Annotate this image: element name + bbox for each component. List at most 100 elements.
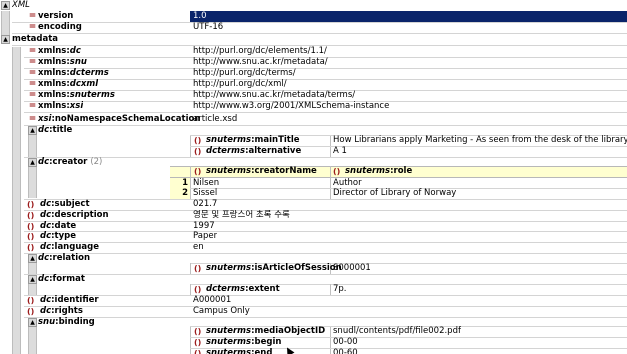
ns-prefix: dc xyxy=(40,220,52,231)
attr-value-xmlns[interactable]: http://www.w3.org/2001/XMLSchema-instanc… xyxy=(193,101,389,112)
value-identifier[interactable]: A000001 xyxy=(193,295,231,306)
attr-value-xmlns[interactable]: http://purl.org/dc/terms/ xyxy=(193,68,296,79)
row-divider xyxy=(24,209,627,211)
element-relation[interactable]: dc:relation xyxy=(38,253,90,264)
ns-prefix: dcxml xyxy=(69,79,99,89)
attr-value-encoding[interactable]: UTF-16 xyxy=(193,22,223,33)
value-maintitle[interactable]: How Librarians apply Marketing - As seen… xyxy=(333,135,627,146)
attr-value-xmlns[interactable]: http://www.snu.ac.kr/metadata/terms/ xyxy=(193,90,355,101)
element-maintitle[interactable]: snuterms:mainTitle xyxy=(206,135,300,146)
ns-prefix: snuterms xyxy=(206,263,252,273)
xmlns-keyword: xmlns xyxy=(38,46,67,56)
ns-prefix: snuterms xyxy=(345,166,391,176)
attr-name-xmlns[interactable]: xmlns:dcterms xyxy=(38,68,109,79)
element-language[interactable]: dc:language xyxy=(40,242,99,253)
element-type[interactable]: dc:type xyxy=(40,231,76,242)
row-divider xyxy=(24,274,627,275)
metadata-label[interactable]: metadata xyxy=(12,34,58,45)
attr-name-xmlns[interactable]: xmlns:dcxml xyxy=(38,79,98,90)
attr-name-xmlns[interactable]: xmlns:dc xyxy=(38,46,81,57)
selected-row[interactable] xyxy=(190,11,627,22)
ns-prefix: snuterms xyxy=(206,348,252,354)
grid-border xyxy=(330,284,331,295)
value-description[interactable]: 영문 및 프랑스어 초록 수록 xyxy=(193,210,290,221)
attr-value-xmlns[interactable]: http://purl.org/dc/xml/ xyxy=(193,79,287,90)
value-begin[interactable]: 00-00 xyxy=(333,337,358,348)
value-language[interactable]: en xyxy=(193,242,204,253)
attr-value-xmlns[interactable]: http://purl.org/dc/elements/1.1/ xyxy=(193,46,327,57)
ns-prefix: snuterms xyxy=(69,90,115,100)
attr-name-xmlns[interactable]: xmlns:snuterms xyxy=(38,90,115,101)
xmlns-keyword: xmlns xyxy=(38,57,67,67)
attr-name-nonamespace[interactable]: xsi:noNamespaceSchemaLocation xyxy=(38,114,200,125)
element-icon: () xyxy=(27,296,35,305)
element-creator[interactable]: dc:creator (2) xyxy=(38,157,102,168)
collapse-icon[interactable]: ▲ xyxy=(28,158,37,167)
column-header-creatorname[interactable]: snuterms:creatorName xyxy=(206,166,317,177)
table-cell-creatorname[interactable]: Sissel xyxy=(193,188,217,199)
attr-local-name: noNamespaceSchemaLocation xyxy=(54,114,201,124)
element-mediaObjectID[interactable]: snuterms:mediaObjectID xyxy=(206,326,325,337)
element-format[interactable]: dc:format xyxy=(38,274,85,285)
element-title[interactable]: dc:title xyxy=(38,125,72,136)
element-local-name: relation xyxy=(52,253,91,263)
value-date[interactable]: 1997 xyxy=(193,221,215,232)
attr-value-version[interactable]: 1.0 xyxy=(193,11,207,22)
table-cell-role[interactable]: Director of Library of Norway xyxy=(333,188,456,199)
collapse-icon[interactable]: ▲ xyxy=(28,275,37,284)
row-divider xyxy=(24,253,627,254)
element-identifier[interactable]: dc:identifier xyxy=(40,295,99,306)
attribute-icon: = xyxy=(28,90,37,100)
element-rights[interactable]: dc:rights xyxy=(40,306,83,317)
value-type[interactable]: Paper xyxy=(193,231,217,242)
ns-prefix: snuterms xyxy=(206,326,252,336)
value-subject[interactable]: 021.7 xyxy=(193,199,217,210)
collapse-icon[interactable]: ▲ xyxy=(28,126,37,135)
ns-prefix: dc xyxy=(38,157,50,167)
mouse-cursor-icon xyxy=(283,345,295,354)
value-extent[interactable]: 7p. xyxy=(333,284,347,295)
value-alternative[interactable]: A 1 xyxy=(333,146,347,157)
element-date[interactable]: dc:date xyxy=(40,221,76,232)
ns-prefix: dcterms xyxy=(206,146,246,156)
element-icon: () xyxy=(194,338,202,347)
column-local-name: creatorName xyxy=(254,166,317,176)
ns-prefix: snuterms xyxy=(206,135,252,145)
collapse-icon[interactable]: ▲ xyxy=(1,1,10,10)
collapse-icon[interactable]: ▲ xyxy=(1,35,10,44)
row-divider xyxy=(24,305,627,307)
row-divider xyxy=(24,199,627,200)
collapse-icon[interactable]: ▲ xyxy=(28,318,37,327)
value-mediaObjectID[interactable]: snudl/contents/pdf/file002.pdf xyxy=(333,326,461,337)
element-local-name: title xyxy=(52,125,73,135)
ns-prefix: xsi xyxy=(38,114,52,124)
collapse-icon[interactable]: ▲ xyxy=(28,254,37,263)
element-isarticleofsession[interactable]: snuterms:isArticleOfSession xyxy=(206,263,342,274)
element-extent[interactable]: dcterms:extent xyxy=(206,284,280,295)
column-local-name: role xyxy=(393,166,413,176)
element-local-name: extent xyxy=(248,284,280,294)
element-subject[interactable]: dc:subject xyxy=(40,199,90,210)
value-isarticleofsession[interactable]: S000001 xyxy=(333,263,371,274)
attr-name-xmlns[interactable]: xmlns:xsi xyxy=(38,101,83,112)
element-binding[interactable]: snu:binding xyxy=(38,317,95,328)
ns-prefix: dc xyxy=(38,253,50,263)
local-name: date xyxy=(54,220,77,231)
attr-name-version[interactable]: version xyxy=(38,11,73,22)
attribute-icon: = xyxy=(28,101,37,111)
attr-value-xmlns[interactable]: http://www.snu.ac.kr/metadata/ xyxy=(193,57,328,68)
element-alternative[interactable]: dcterms:alternative xyxy=(206,146,301,157)
value-rights[interactable]: Campus Only xyxy=(193,306,250,317)
attr-value-nonamespace[interactable]: article.xsd xyxy=(193,114,237,125)
attr-name-encoding[interactable]: encoding xyxy=(38,22,82,33)
local-name: subject xyxy=(54,199,90,209)
element-description[interactable]: dc:description xyxy=(40,210,109,221)
element-begin[interactable]: snuterms:begin xyxy=(206,337,281,348)
column-header-role[interactable]: snuterms:role xyxy=(345,166,412,177)
element-local-name: binding xyxy=(58,317,95,327)
attr-name-xmlns[interactable]: xmlns:snu xyxy=(38,57,87,68)
element-end[interactable]: snuterms:end xyxy=(206,348,272,354)
element-icon: () xyxy=(333,167,341,176)
attribute-icon: = xyxy=(28,22,37,32)
value-end[interactable]: 00-60 xyxy=(333,348,358,354)
